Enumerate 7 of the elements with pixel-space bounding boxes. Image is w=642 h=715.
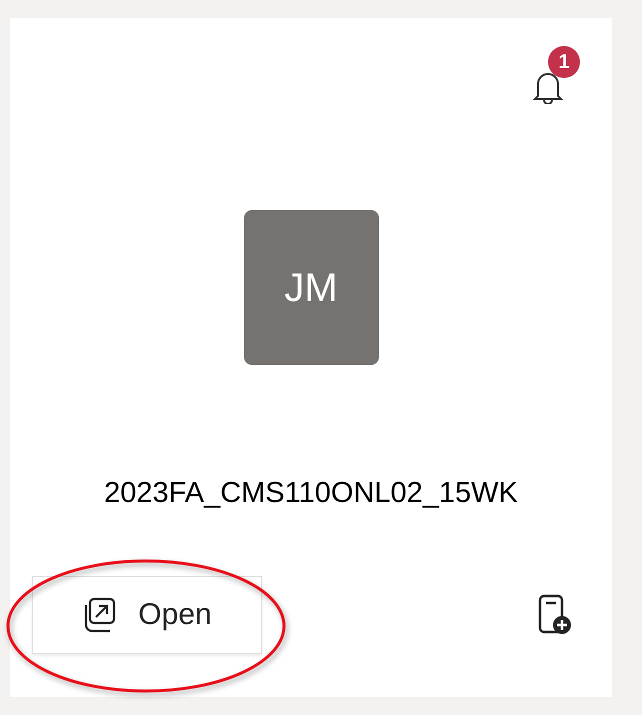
notification-badge: 1 — [548, 46, 580, 78]
team-name: 2023FA_CMS110ONL02_15WK — [103, 476, 519, 511]
open-external-icon — [82, 596, 116, 632]
avatar-initials: JM — [244, 210, 378, 365]
open-button[interactable]: Open — [32, 576, 262, 654]
bell-icon[interactable] — [532, 70, 564, 104]
phone-add-icon[interactable] — [538, 594, 572, 636]
